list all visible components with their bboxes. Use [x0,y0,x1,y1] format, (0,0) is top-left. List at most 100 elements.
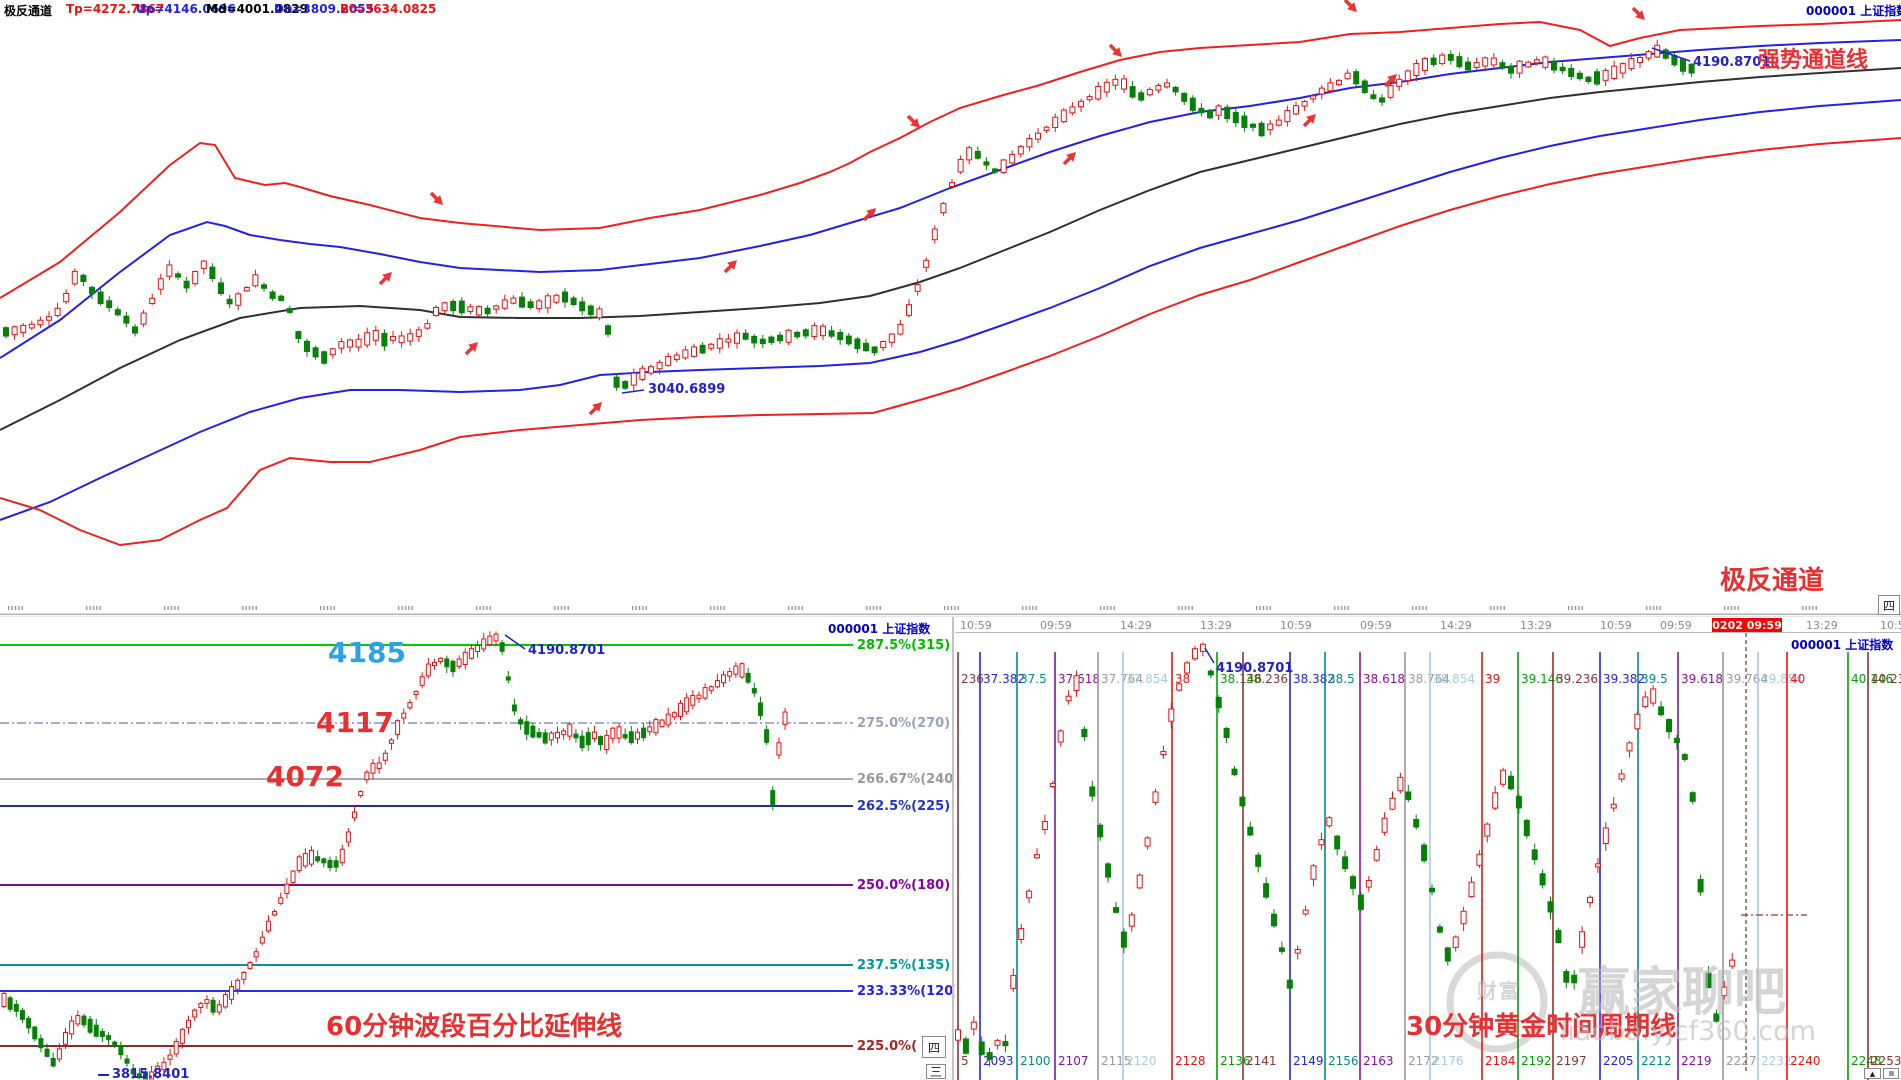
candle-body [1500,769,1507,785]
candle-body [1207,109,1213,119]
candle-body [527,301,534,309]
axis-tick [1422,606,1424,610]
candle-body [820,325,826,337]
candle-body [1353,71,1360,85]
candle-body [1594,71,1600,85]
candle-body [1499,62,1506,69]
candle-body [339,848,345,864]
candle-body [166,264,173,277]
candle-body [897,323,904,335]
candle-body [425,663,431,677]
axis-tick [174,606,176,610]
layout-tab-four[interactable]: 四 [922,1036,946,1058]
candle-body [1184,662,1191,674]
axis-tick [476,606,478,610]
layout-tab-three[interactable]: 三 [926,1064,946,1079]
axis-tick [1574,606,1577,610]
candle-body [1361,80,1368,93]
candle-body [1531,849,1538,861]
candle-body [1350,876,1356,889]
candle-body [690,695,696,706]
candle-body [93,1024,99,1037]
candle-body [1422,58,1428,71]
candle-body [616,726,622,739]
axis-tick [323,606,325,610]
axis-tick [1568,606,1570,610]
candle-body [604,734,610,751]
candle-body [1286,979,1293,989]
candle-body [370,762,376,774]
top-chart-canvas[interactable] [0,0,1901,617]
candle-body [1334,835,1341,850]
candle-body [510,297,517,304]
axis-tick [252,606,254,610]
scroll-box-button[interactable] [1883,1068,1899,1079]
candle-body [1642,696,1649,708]
candle-body [295,331,302,340]
top-chart-panel[interactable]: 极反通道 Tp=4272.7867 Up=4146.0696 Md=4001.4… [0,0,1901,617]
time-axis-label: 10:59 [1600,619,1632,632]
candle-body [570,297,577,305]
trend-arrow-icon [1108,43,1122,57]
axis-tick [1340,606,1343,610]
candle-body [1637,56,1643,64]
candle-body [235,979,241,990]
left-chart-panel[interactable]: 287.5%(315) 275.0%(270) 266.67%(240) 262.5%… [0,617,955,1080]
axis-tick [1578,606,1580,610]
candle-body [1602,827,1609,845]
axis-tick [1103,606,1105,610]
candle-body [20,324,27,333]
time-cycle-top-label: 40.236 [1871,672,1901,686]
fib-extension-label: 233.33%(120) [857,984,955,999]
time-axis-label: 14:29 [1120,619,1152,632]
watermark-url: liaoba.yjcf360.com [1560,1016,1816,1047]
candle-body [1302,909,1309,915]
layout-tab-si[interactable]: 四 [1878,595,1900,615]
channel-name-label: 极反通道 [1720,566,1825,596]
candle-body [1619,63,1626,74]
candle-body [1000,159,1007,174]
candle-body [1241,115,1248,128]
axis-tick [1334,606,1336,610]
candle-body [382,752,388,761]
candle-body [1176,683,1183,691]
candle-body [183,280,190,289]
candle-body [1492,792,1499,809]
axis-tick [1805,606,1807,610]
candle-body [986,1052,993,1060]
candle-body [1026,137,1033,148]
candle-body [622,734,628,739]
candle-body [1239,796,1246,807]
candle-body [3,327,9,337]
candle-body [1301,101,1308,107]
candle-body [605,325,611,335]
axis-tick [1646,606,1648,610]
candle-body [272,911,278,916]
candle-body [696,694,702,699]
fib-extension-label: 266.67%(240) [857,772,955,787]
candle-body [1247,826,1254,836]
candle-body [304,340,310,352]
time-cycle-bottom-label: 2212 [1641,1054,1672,1068]
right-chart-panel[interactable]: 236537.382209337.5210037.618210737.76421… [955,617,1901,1080]
candle-body [587,305,594,316]
candle-body [1060,109,1067,123]
candle-body [1626,742,1633,752]
axis-tick [801,606,803,610]
candle-body [923,259,930,268]
scroll-up-button[interactable]: ▲ [1864,1068,1881,1079]
candle-body [1628,57,1635,69]
candle-body [200,260,207,269]
candle-body [524,721,530,735]
axis-tick [560,606,563,610]
candle-body [97,291,104,305]
axis-tick [320,606,322,610]
candle-body [757,702,763,716]
axis-tick [788,606,790,610]
time-cycle-bottom-label: 2253 [1871,1054,1901,1068]
time-axis-label: 09:59 [1040,619,1072,632]
candle-body [733,665,739,675]
axis-tick [1503,606,1505,610]
candle-body [364,771,370,781]
trend-arrow-icon [1302,114,1316,128]
